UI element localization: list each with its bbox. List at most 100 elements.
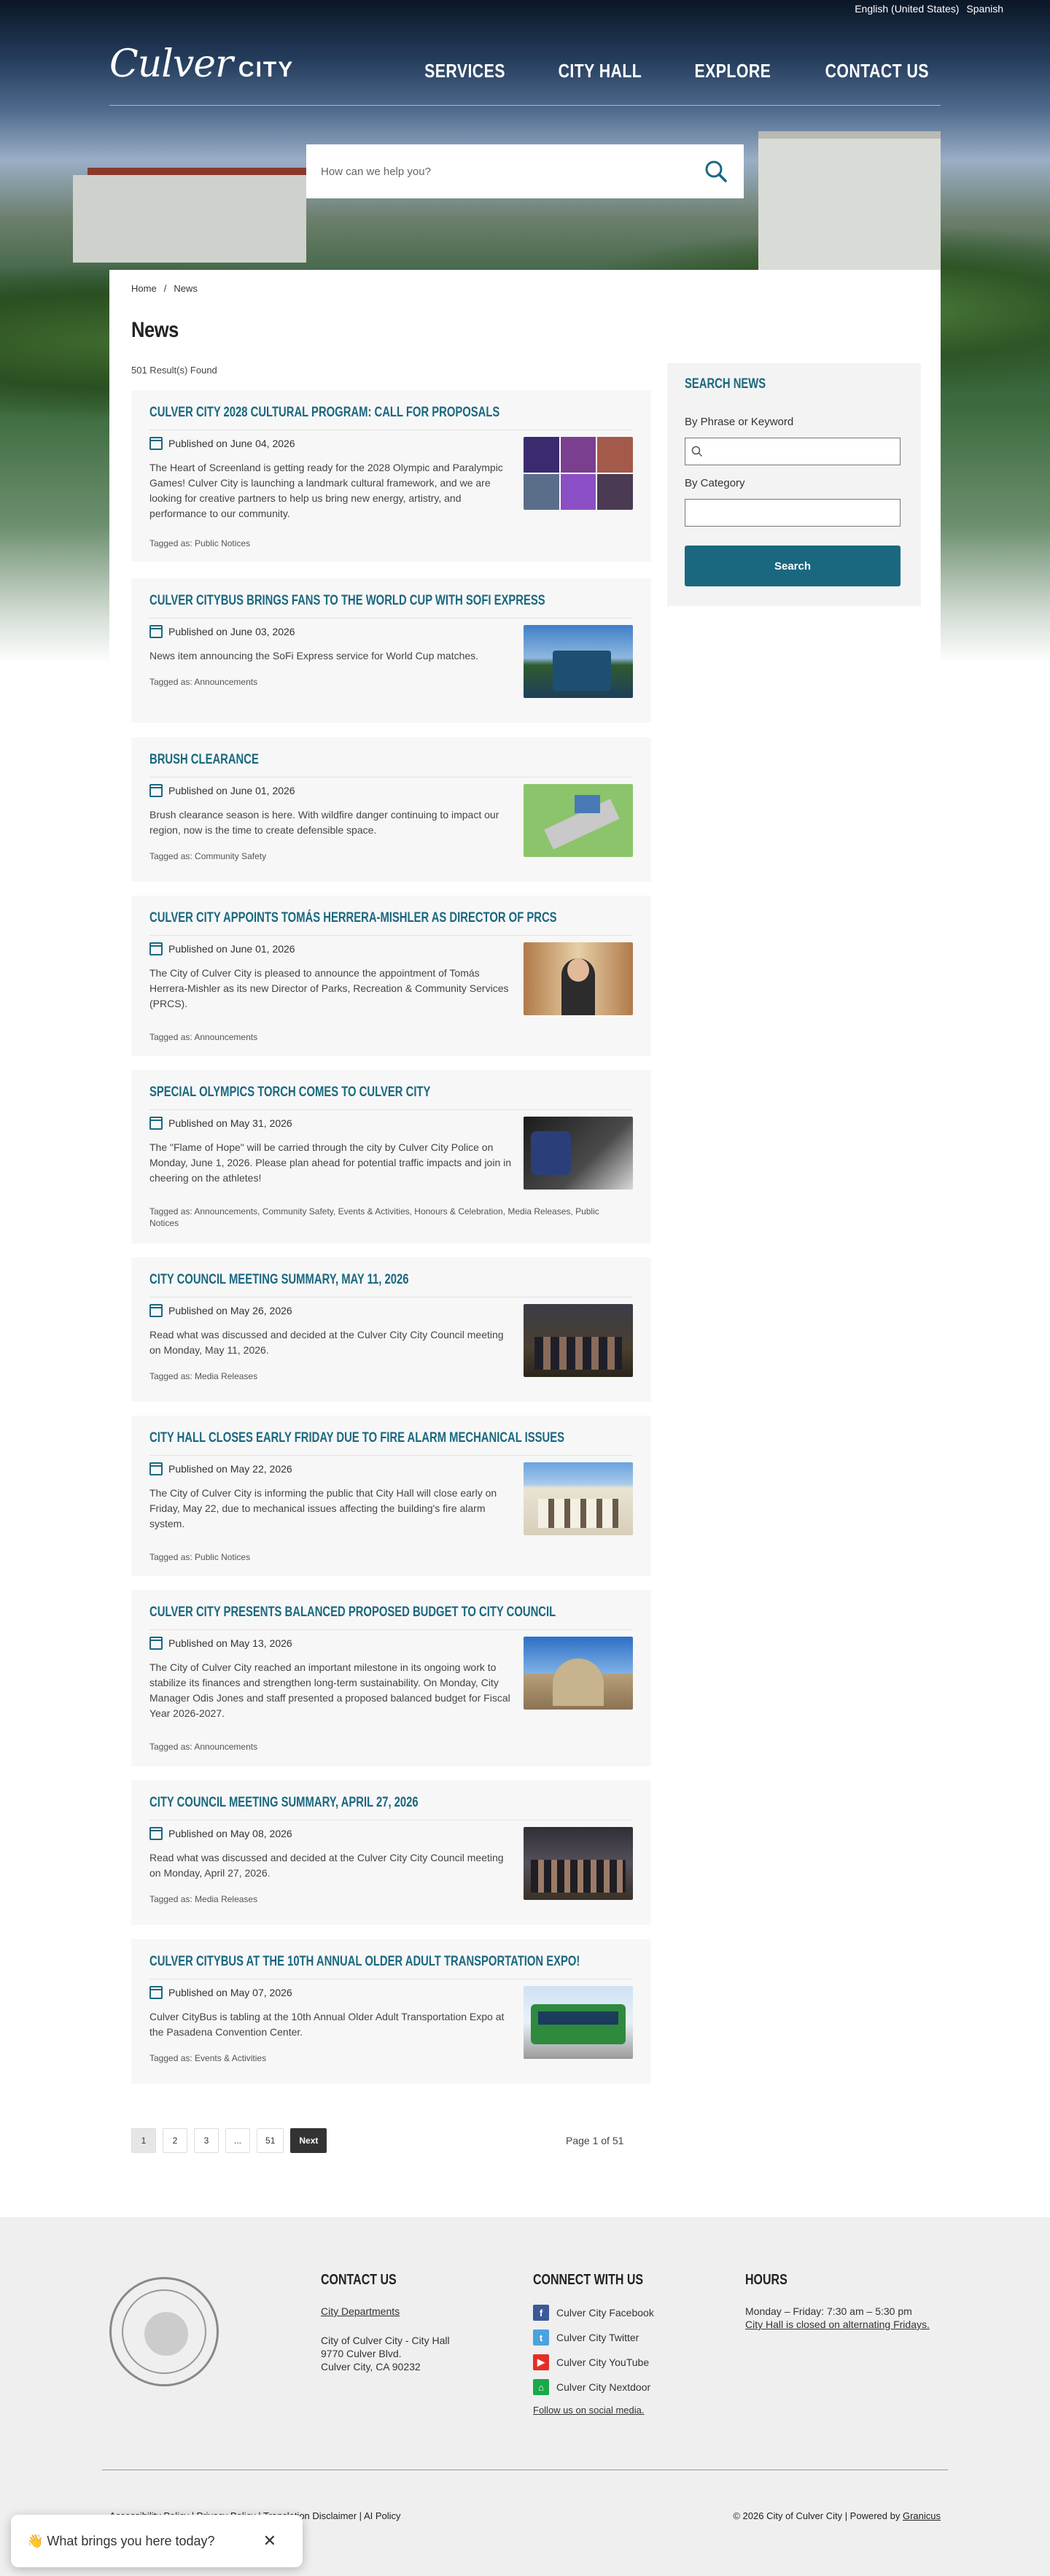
- facebook-icon: f: [533, 2305, 549, 2321]
- calendar-icon: [149, 1462, 163, 1475]
- nav-city-hall[interactable]: CITY HALL: [559, 60, 642, 82]
- nextdoor-link[interactable]: ⌂ Culver City Nextdoor: [533, 2379, 671, 2395]
- news-title-link[interactable]: CULVER CITYBUS AT THE 10TH ANNUAL OLDER …: [149, 1954, 633, 1970]
- news-card: CULVER CITYBUS AT THE 10TH ANNUAL OLDER …: [131, 1939, 651, 2084]
- calendar-icon: [149, 1637, 163, 1650]
- news-title-link[interactable]: CULVER CITY APPOINTS TOMÁS HERRERA-MISHL…: [149, 910, 633, 926]
- footer-hours-title: HOURS: [745, 2272, 788, 2288]
- site-search: [306, 144, 744, 198]
- twitter-icon: t: [533, 2329, 549, 2346]
- calendar-icon: [149, 784, 163, 797]
- news-thumbnail[interactable]: [524, 1117, 633, 1190]
- next-page-button[interactable]: Next: [290, 2128, 327, 2153]
- youtube-link[interactable]: ▶ Culver City YouTube: [533, 2354, 671, 2370]
- search-button[interactable]: [701, 157, 731, 186]
- people-shape: [531, 1860, 626, 1893]
- nav-divider: [109, 105, 941, 106]
- nav-explore[interactable]: EXPLORE: [694, 60, 771, 82]
- page-link-51[interactable]: 51: [257, 2128, 284, 2153]
- publish-date-text: Published on June 01, 2026: [168, 943, 295, 955]
- search-news-panel: SEARCH NEWS By Phrase or Keyword By Cate…: [667, 363, 921, 606]
- search-news-button[interactable]: Search: [685, 546, 901, 586]
- thumb-tile: [597, 474, 633, 510]
- logo-city: CITY: [238, 58, 295, 82]
- hero-building-right: [758, 131, 941, 277]
- news-thumbnail[interactable]: [524, 437, 633, 510]
- hours-closure-link[interactable]: City Hall is closed on alternating Frida…: [745, 2319, 930, 2330]
- granicus-link[interactable]: Granicus: [903, 2510, 941, 2521]
- breadcrumb-home[interactable]: Home: [131, 283, 157, 294]
- page-status: Page 1 of 51: [566, 2135, 624, 2146]
- news-card: CULVER CITYBUS BRINGS FANS TO THE WORLD …: [131, 578, 651, 723]
- page-title: News: [131, 318, 179, 342]
- news-title-link[interactable]: CITY COUNCIL MEETING SUMMARY, APRIL 27, …: [149, 1795, 633, 1811]
- lang-english[interactable]: English (United States): [855, 3, 959, 15]
- chat-widget[interactable]: 👋 What brings you here today? ✕: [11, 2515, 303, 2567]
- phrase-input[interactable]: [685, 438, 901, 465]
- news-tags: Tagged as: Events & Activities: [149, 2053, 267, 2063]
- news-thumbnail[interactable]: [524, 784, 633, 857]
- news-thumbnail[interactable]: [524, 1986, 633, 2059]
- news-title-link[interactable]: CULVER CITY PRESENTS BALANCED PROPOSED B…: [149, 1605, 633, 1621]
- result-count: 501 Result(s) Found: [131, 365, 217, 376]
- nav-contact-us[interactable]: CONTACT US: [825, 60, 929, 82]
- news-thumbnail[interactable]: [524, 625, 633, 698]
- nextdoor-label: Culver City Nextdoor: [556, 2381, 651, 2393]
- news-summary: The "Flame of Hope" will be carried thro…: [149, 1141, 512, 1184]
- hours-line-1: Monday – Friday: 7:30 am – 5:30 pm: [745, 2305, 912, 2317]
- publish-date: Published on May 08, 2026: [149, 1827, 292, 1840]
- twitter-link[interactable]: t Culver City Twitter: [533, 2329, 671, 2346]
- thumb-tile: [560, 474, 596, 510]
- news-card: BRUSH CLEARANCE Published on June 01, 20…: [131, 737, 651, 882]
- publish-date-text: Published on May 13, 2026: [168, 1637, 292, 1649]
- news-summary: The City of Culver City is informing the…: [149, 1487, 497, 1529]
- news-summary: Read what was discussed and decided at t…: [149, 1852, 504, 1879]
- close-icon[interactable]: ✕: [263, 2532, 276, 2550]
- publish-date-text: Published on June 04, 2026: [168, 438, 295, 449]
- news-card: CULVER CITY 2028 CULTURAL PROGRAM: CALL …: [131, 390, 651, 562]
- news-thumbnail[interactable]: [524, 1462, 633, 1535]
- person-face: [567, 958, 589, 982]
- news-thumbnail[interactable]: [524, 1637, 633, 1710]
- news-title-link[interactable]: CULVER CITY 2028 CULTURAL PROGRAM: CALL …: [149, 405, 633, 421]
- news-tags: Tagged as: Media Releases: [149, 1894, 258, 1904]
- news-tags: Tagged as: Announcements: [149, 677, 258, 687]
- facebook-label: Culver City Facebook: [556, 2307, 654, 2319]
- building-shape: [553, 1659, 604, 1706]
- page-link-1[interactable]: 1: [131, 2128, 156, 2153]
- publish-date: Published on May 26, 2026: [149, 1304, 292, 1317]
- copyright-text: © 2026 City of Culver City | Powered by: [733, 2510, 901, 2521]
- footer-connect-title: CONNECT WITH US: [533, 2272, 644, 2288]
- news-title-link[interactable]: CULVER CITYBUS BRINGS FANS TO THE WORLD …: [149, 593, 633, 609]
- news-summary: The City of Culver City reached an impor…: [149, 1661, 510, 1719]
- news-thumbnail[interactable]: [524, 1827, 633, 1900]
- page-link-2[interactable]: 2: [163, 2128, 187, 2153]
- facebook-link[interactable]: f Culver City Facebook: [533, 2305, 671, 2321]
- news-thumbnail[interactable]: [524, 942, 633, 1015]
- news-title-link[interactable]: CITY HALL CLOSES EARLY FRIDAY DUE TO FIR…: [149, 1430, 633, 1446]
- publish-date-text: Published on May 08, 2026: [168, 1828, 292, 1839]
- card-divider: [149, 1455, 633, 1456]
- calendar-icon: [149, 1986, 163, 1999]
- news-title-link[interactable]: SPECIAL OLYMPICS TORCH COMES TO CULVER C…: [149, 1085, 633, 1101]
- follow-social-link[interactable]: Follow us on social media.: [533, 2405, 644, 2416]
- page-ellipsis: ...: [225, 2128, 251, 2153]
- category-select[interactable]: [685, 499, 901, 527]
- breadcrumb-separator: /: [163, 283, 167, 294]
- news-title-link[interactable]: CITY COUNCIL MEETING SUMMARY, MAY 11, 20…: [149, 1272, 633, 1288]
- news-tags: Tagged as: Announcements: [149, 1032, 258, 1042]
- site-logo[interactable]: Culver CITY: [109, 42, 294, 86]
- site-search-input[interactable]: [321, 165, 701, 178]
- nav-services[interactable]: SERVICES: [424, 60, 505, 82]
- news-title-link[interactable]: BRUSH CLEARANCE: [149, 752, 633, 768]
- news-summary: News item announcing the SoFi Express se…: [149, 650, 479, 662]
- page-link-3[interactable]: 3: [194, 2128, 219, 2153]
- city-departments-link[interactable]: City Departments: [321, 2305, 400, 2317]
- main-content: Home / News News 501 Result(s) Found CULVE…: [109, 270, 941, 2153]
- thumb-tile: [524, 437, 559, 473]
- search-icon: [705, 160, 727, 182]
- news-thumbnail[interactable]: [524, 1304, 633, 1377]
- bus-shape: [553, 651, 611, 691]
- lang-spanish[interactable]: Spanish: [966, 3, 1003, 15]
- publish-date: Published on May 22, 2026: [149, 1462, 292, 1475]
